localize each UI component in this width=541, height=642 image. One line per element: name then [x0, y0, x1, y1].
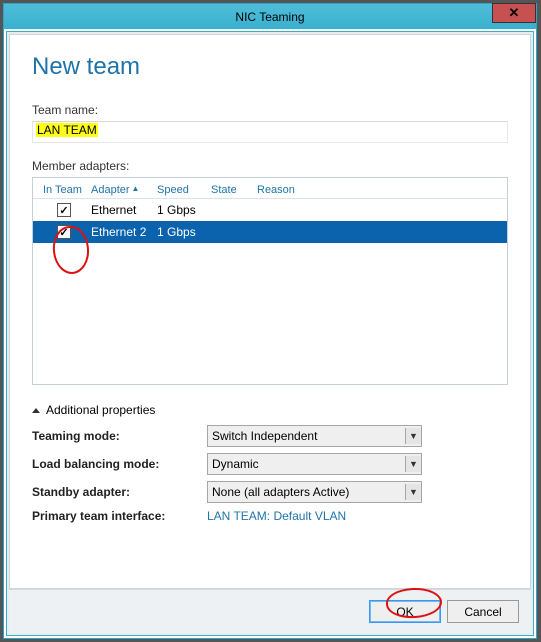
- ok-button[interactable]: OK: [369, 600, 441, 623]
- standby-adapter-row: Standby adapter: None (all adapters Acti…: [32, 481, 508, 503]
- col-header-state[interactable]: State: [211, 184, 257, 196]
- cell-speed: 1 Gbps: [157, 225, 211, 239]
- page-title: New team: [32, 53, 508, 81]
- checkbox-adapter-1[interactable]: ✓: [57, 203, 71, 217]
- chevron-down-icon: ▼: [405, 428, 421, 444]
- team-name-label: Team name:: [32, 103, 508, 117]
- cell-adapter: Ethernet: [91, 203, 157, 217]
- load-balancing-row: Load balancing mode: Dynamic ▼: [32, 453, 508, 475]
- chevron-down-icon: ▼: [405, 456, 421, 472]
- checkbox-adapter-2[interactable]: ✓: [57, 225, 71, 239]
- grid-header: In Team Adapter▲ Speed State Reason: [33, 178, 507, 199]
- dialog-buttons: OK Cancel: [9, 589, 531, 633]
- close-button[interactable]: ✕: [492, 3, 536, 23]
- members-label: Member adapters:: [32, 159, 508, 173]
- load-balancing-label: Load balancing mode:: [32, 457, 207, 471]
- teaming-mode-label: Teaming mode:: [32, 429, 207, 443]
- cancel-button[interactable]: Cancel: [447, 600, 519, 623]
- titlebar: NIC Teaming ✕: [4, 4, 536, 29]
- team-name-input[interactable]: [32, 121, 508, 143]
- outer-pane: New team Team name: LAN TEAM Member adap…: [6, 31, 534, 636]
- col-header-reason[interactable]: Reason: [257, 184, 503, 196]
- table-row[interactable]: ✓ Ethernet 1 Gbps: [33, 199, 507, 221]
- additional-properties-toggle[interactable]: Additional properties: [32, 403, 508, 417]
- col-header-inteam[interactable]: In Team: [37, 184, 91, 196]
- primary-interface-label: Primary team interface:: [32, 509, 207, 523]
- load-balancing-select[interactable]: Dynamic ▼: [207, 453, 422, 475]
- cell-adapter: Ethernet 2: [91, 225, 157, 239]
- standby-adapter-label: Standby adapter:: [32, 485, 207, 499]
- col-header-adapter[interactable]: Adapter▲: [91, 184, 157, 196]
- primary-interface-row: Primary team interface: LAN TEAM: Defaul…: [32, 509, 508, 523]
- standby-adapter-select[interactable]: None (all adapters Active) ▼: [207, 481, 422, 503]
- dialog-window: NIC Teaming ✕ New team Team name: LAN TE…: [3, 3, 537, 639]
- teaming-mode-row: Teaming mode: Switch Independent ▼: [32, 425, 508, 447]
- cell-speed: 1 Gbps: [157, 203, 211, 217]
- col-header-speed[interactable]: Speed: [157, 184, 211, 196]
- table-row[interactable]: ✓ Ethernet 2 1 Gbps: [33, 221, 507, 243]
- chevron-down-icon: ▼: [405, 484, 421, 500]
- primary-interface-link[interactable]: LAN TEAM: Default VLAN: [207, 509, 346, 523]
- window-title: NIC Teaming: [235, 10, 304, 24]
- members-grid: In Team Adapter▲ Speed State Reason ✓ Et…: [32, 177, 508, 385]
- content-pane: New team Team name: LAN TEAM Member adap…: [9, 34, 531, 589]
- teaming-mode-select[interactable]: Switch Independent ▼: [207, 425, 422, 447]
- close-icon: ✕: [509, 5, 520, 21]
- team-name-field-group: Team name: LAN TEAM: [32, 103, 508, 143]
- chevron-up-icon: [32, 408, 40, 413]
- sort-asc-icon: ▲: [132, 184, 140, 193]
